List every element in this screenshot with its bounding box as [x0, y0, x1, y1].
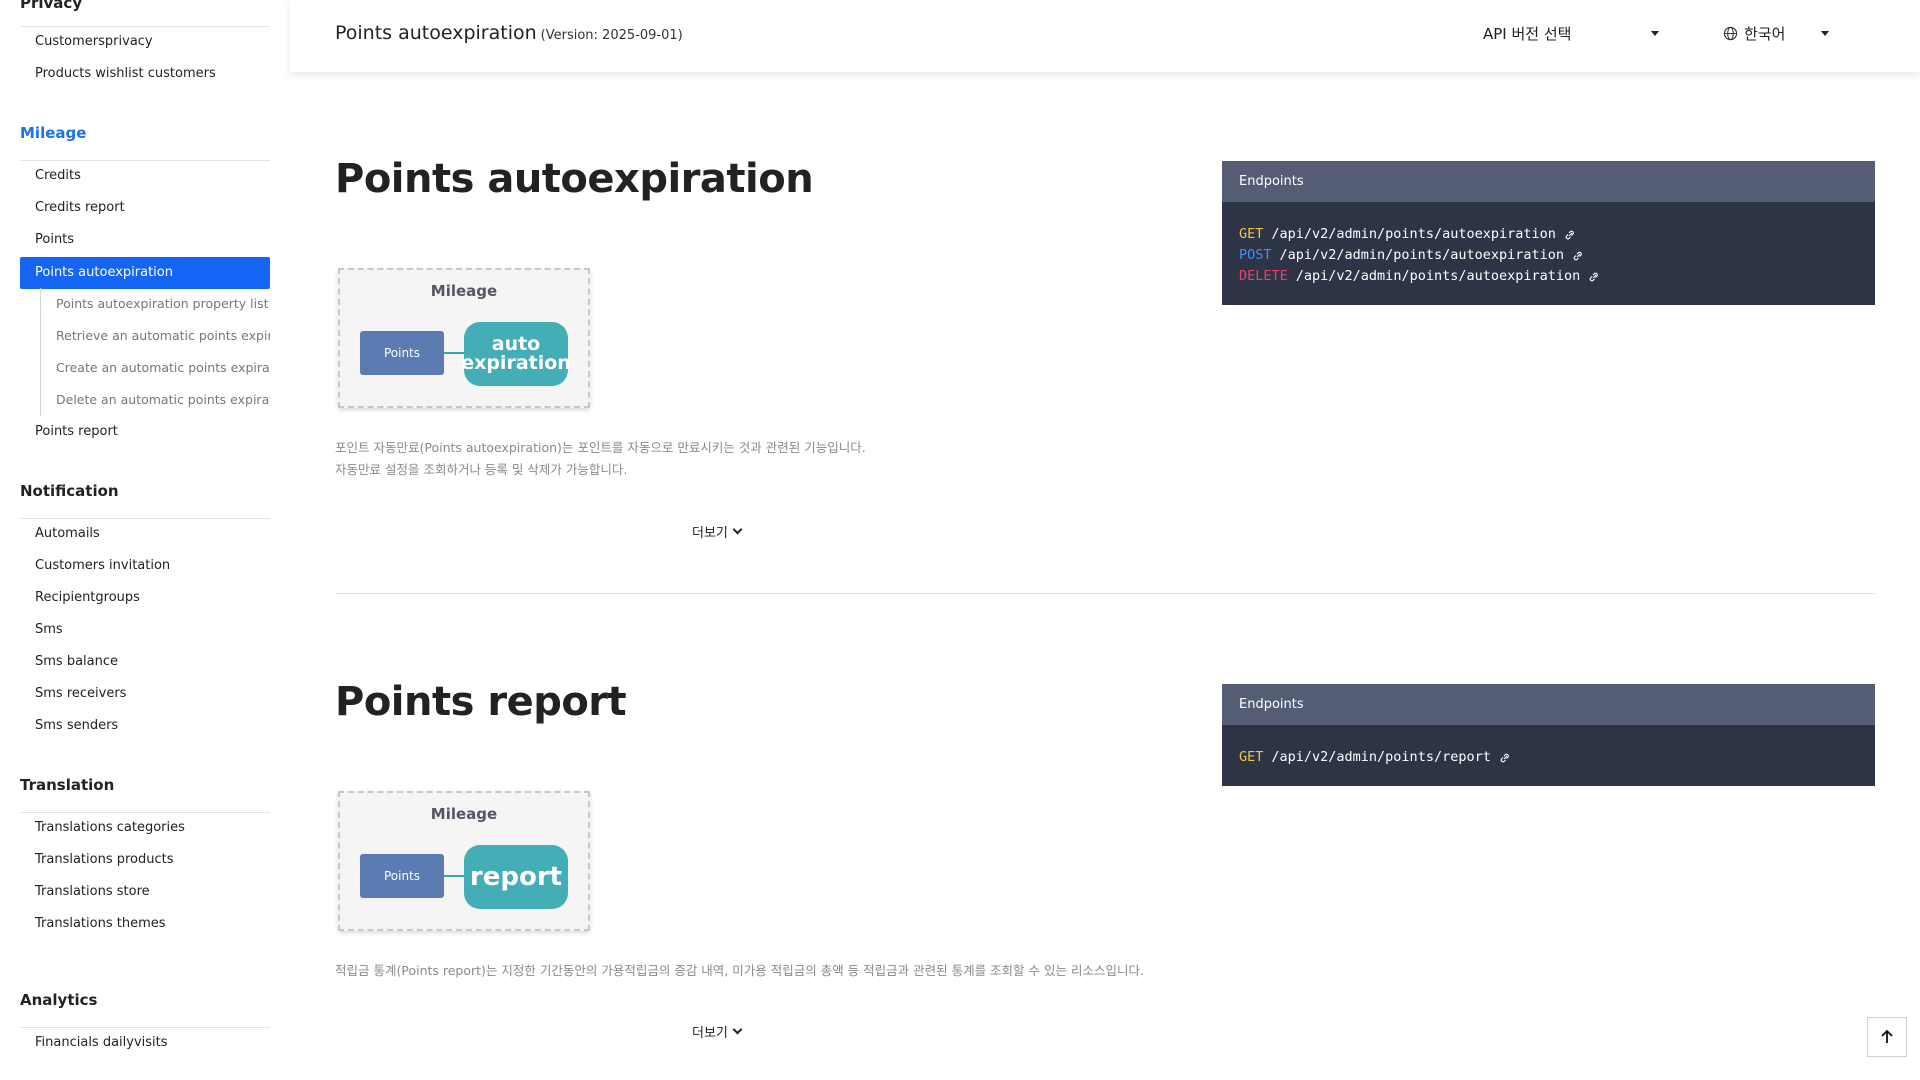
version-label: (Version: 2025-09-01): [540, 28, 683, 43]
link-icon[interactable]: [1588, 271, 1600, 283]
endpoints-title: Endpoints: [1222, 161, 1875, 202]
sidebar-subitem-delete[interactable]: Delete an automatic points expiration: [40, 384, 270, 416]
endpoint-row[interactable]: GET /api/v2/admin/points/autoexpiration: [1239, 224, 1858, 245]
link-icon[interactable]: [1499, 752, 1511, 764]
endpoint-path: /api/v2/admin/points/autoexpiration: [1271, 226, 1556, 242]
language-label: 한국어: [1744, 25, 1786, 43]
sidebar-subitem-property-list[interactable]: Points autoexpiration property list: [40, 288, 270, 320]
page-title-text: Points autoexpiration: [335, 22, 537, 44]
endpoints-list: GET /api/v2/admin/points/autoexpiration …: [1222, 202, 1875, 305]
sidebar-item-financials-dailyvisits[interactable]: Financials dailyvisits: [20, 1027, 270, 1059]
sidebar-item-translations-products[interactable]: Translations products: [20, 844, 270, 876]
diagram-label: Mileage: [430, 805, 498, 823]
group-title-mileage[interactable]: Mileage: [20, 124, 86, 142]
section-description: 포인트 자동만료(Points autoexpiration)는 포인트를 자동…: [335, 437, 866, 481]
sidebar: Privacy Customersprivacy Products wishli…: [0, 0, 290, 1080]
sidebar-item-points-report[interactable]: Points report: [20, 416, 270, 448]
link-icon[interactable]: [1564, 229, 1576, 241]
language-select[interactable]: 한국어: [1723, 23, 1830, 44]
sidebar-item-customersprivacy[interactable]: Customersprivacy: [20, 26, 270, 58]
section-description: 적립금 통계(Points report)는 지정한 기간동안의 가용적립금의 …: [335, 960, 1144, 982]
chevron-down-icon: [732, 524, 743, 535]
api-version-select[interactable]: API 버전 선택: [1483, 23, 1660, 44]
group-title-analytics[interactable]: Analytics: [20, 991, 97, 1009]
http-method-post: POST: [1239, 247, 1272, 263]
page-title: Points autoexpiration (Version: 2025-09-0…: [335, 22, 683, 44]
diagram-connector: [444, 875, 466, 877]
api-version-label: API 버전 선택: [1483, 25, 1572, 43]
sidebar-subitem-retrieve[interactable]: Retrieve an automatic points expiration: [40, 320, 270, 352]
more-button[interactable]: 더보기: [692, 522, 743, 541]
sidebar-item-points-autoexpiration[interactable]: Points autoexpiration: [20, 257, 270, 289]
diagram-parent-box: Points: [360, 854, 444, 898]
sidebar-item-products-wishlist-customers[interactable]: Products wishlist customers: [20, 58, 270, 90]
http-method-get: GET: [1239, 749, 1264, 765]
endpoints-list: GET /api/v2/admin/points/report: [1222, 725, 1875, 786]
globe-icon: [1723, 26, 1738, 41]
sidebar-item-credits[interactable]: Credits: [20, 160, 270, 192]
diagram-parent-box: Points: [360, 331, 444, 375]
chevron-down-icon: [1651, 31, 1660, 36]
description-line: 포인트 자동만료(Points autoexpiration)는 포인트를 자동…: [335, 440, 866, 455]
sidebar-item-customers-invitation[interactable]: Customers invitation: [20, 550, 270, 582]
endpoints-title: Endpoints: [1222, 684, 1875, 725]
section-divider: [335, 593, 1875, 594]
resource-diagram: Mileage Points report: [338, 791, 590, 931]
sidebar-item-sms-balance[interactable]: Sms balance: [20, 646, 270, 678]
group-title-notification[interactable]: Notification: [20, 482, 119, 500]
chevron-down-icon: [732, 1024, 743, 1035]
endpoint-path: /api/v2/admin/points/report: [1271, 749, 1491, 765]
sidebar-item-credits-report[interactable]: Credits report: [20, 192, 270, 224]
group-title-translation[interactable]: Translation: [20, 776, 114, 794]
sidebar-item-points[interactable]: Points: [20, 224, 270, 256]
http-method-delete: DELETE: [1239, 268, 1288, 284]
arrow-up-icon: [1879, 1029, 1895, 1045]
sidebar-item-recipientgroups[interactable]: Recipientgroups: [20, 582, 270, 614]
endpoints-panel: Endpoints GET /api/v2/admin/points/repor…: [1222, 684, 1875, 786]
top-header: Points autoexpiration (Version: 2025-09-0…: [290, 0, 1920, 72]
endpoint-row[interactable]: POST /api/v2/admin/points/autoexpiration: [1239, 245, 1858, 266]
description-line: 자동만료 설정을 조회하거나 등록 및 삭제가 가능합니다.: [335, 462, 628, 477]
sidebar-item-sms-receivers[interactable]: Sms receivers: [20, 678, 270, 710]
http-method-get: GET: [1239, 226, 1264, 242]
endpoints-panel: Endpoints GET /api/v2/admin/points/autoe…: [1222, 161, 1875, 305]
group-title-privacy[interactable]: Privacy: [20, 0, 82, 12]
chevron-down-icon: [1821, 31, 1830, 36]
diagram-label: Mileage: [430, 282, 498, 300]
link-icon[interactable]: [1572, 250, 1584, 262]
sidebar-item-translations-categories[interactable]: Translations categories: [20, 812, 270, 844]
sidebar-item-translations-themes[interactable]: Translations themes: [20, 908, 270, 940]
more-label: 더보기: [692, 1026, 728, 1041]
section-title: Points autoexpiration: [335, 156, 814, 202]
sidebar-subitem-create[interactable]: Create an automatic points expiration: [40, 352, 270, 384]
more-button[interactable]: 더보기: [692, 1022, 743, 1041]
sidebar-item-sms-senders[interactable]: Sms senders: [20, 710, 270, 742]
scroll-top-button[interactable]: [1867, 1017, 1907, 1057]
endpoint-row[interactable]: DELETE /api/v2/admin/points/autoexpirati…: [1239, 266, 1858, 287]
endpoint-path: /api/v2/admin/points/autoexpiration: [1279, 247, 1564, 263]
resource-diagram: Mileage Points auto expiration: [338, 268, 590, 408]
section-title: Points report: [335, 679, 627, 725]
sidebar-item-automails[interactable]: Automails: [20, 518, 270, 550]
diagram-resource-box: report: [464, 845, 568, 909]
sidebar-item-translations-store[interactable]: Translations store: [20, 876, 270, 908]
more-label: 더보기: [692, 526, 728, 541]
description-line: 적립금 통계(Points report)는 지정한 기간동안의 가용적립금의 …: [335, 963, 1144, 978]
sidebar-item-sms[interactable]: Sms: [20, 614, 270, 646]
endpoint-row[interactable]: GET /api/v2/admin/points/report: [1239, 747, 1858, 768]
diagram-resource-box: auto expiration: [461, 322, 571, 386]
endpoint-path: /api/v2/admin/points/autoexpiration: [1295, 268, 1581, 284]
